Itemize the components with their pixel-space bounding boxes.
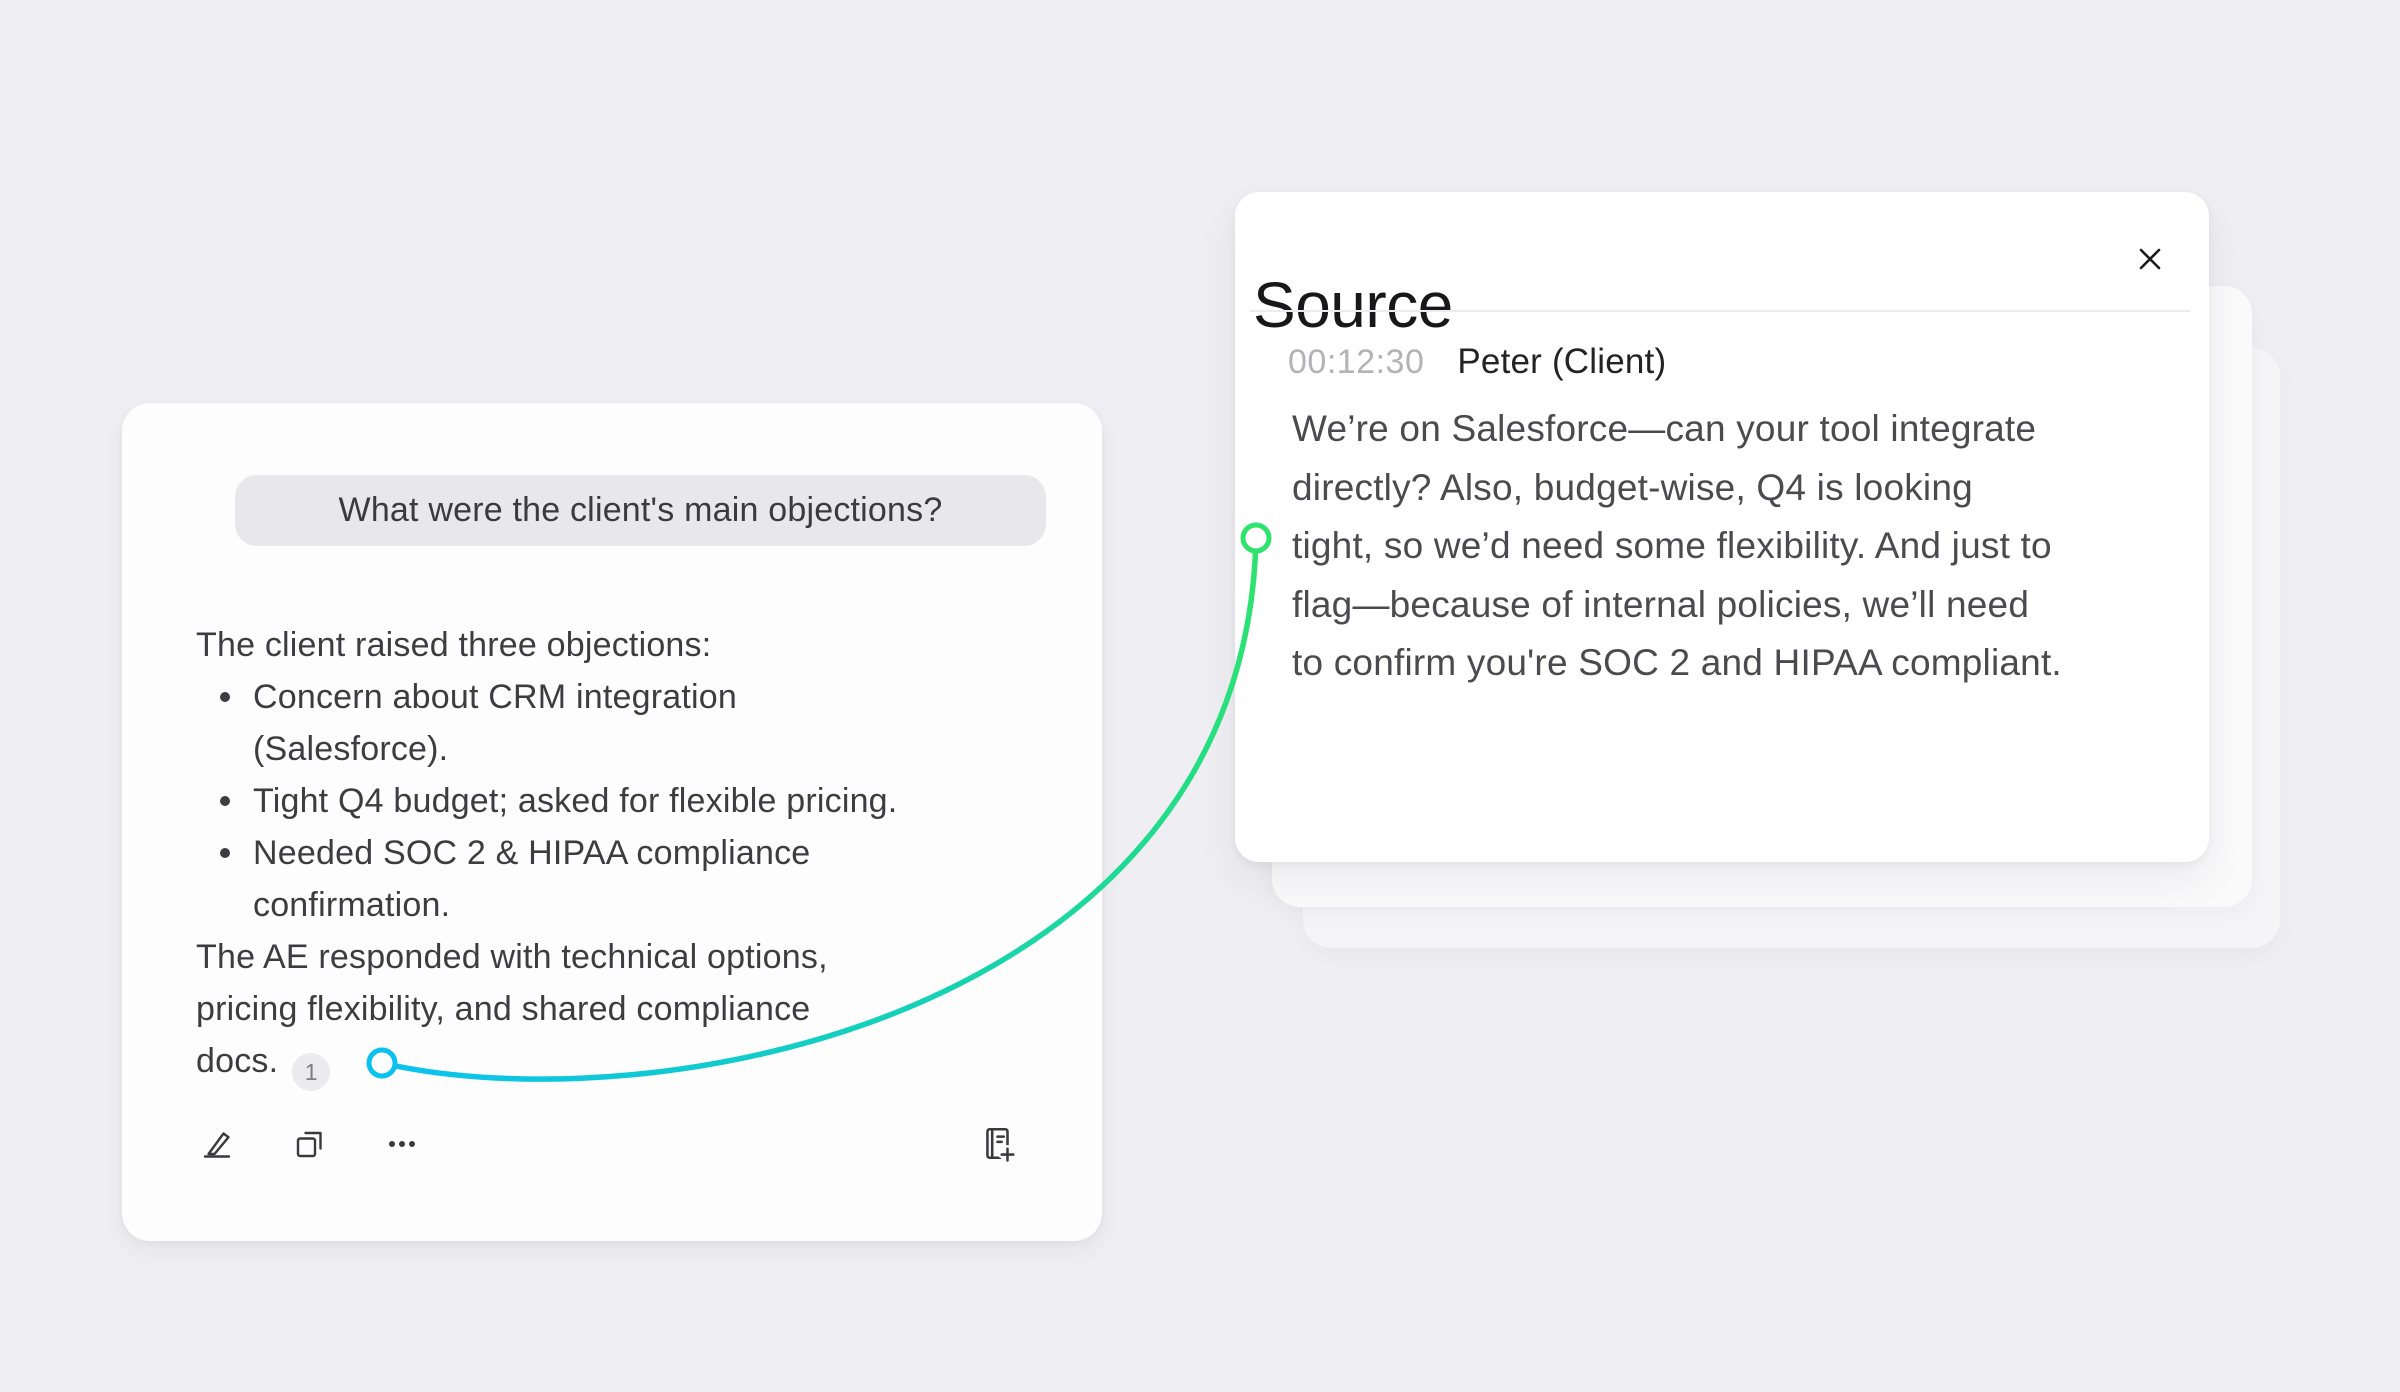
answer-text-block: The client raised three objections: Conc… (196, 619, 1076, 1091)
header-divider (1250, 310, 2190, 312)
timestamp: 00:12:30 (1288, 343, 1424, 382)
answer-bullet-item: Needed SOC 2 & HIPAA compliance confirma… (196, 827, 1076, 931)
source-panel-title: Source (1253, 273, 1453, 337)
answer-bullet-list: Concern about CRM integration (Salesforc… (196, 671, 1076, 931)
question-bubble: What were the client's main objections? (235, 475, 1046, 546)
copy-icon (293, 1127, 327, 1164)
add-to-notes-icon (979, 1125, 1017, 1166)
citation-badge[interactable]: 1 (292, 1053, 330, 1091)
source-quote-text: We’re on Salesforce—can your tool integr… (1292, 400, 2162, 693)
answer-bullet-item: Concern about CRM integration (Salesforc… (196, 671, 1076, 775)
chat-answer-card: What were the client's main objections? … (122, 403, 1102, 1241)
source-panel: Source 00:12:30 Peter (Client) We’re on … (1235, 192, 2209, 862)
more-options-button[interactable] (382, 1125, 422, 1165)
source-meta-row: 00:12:30 Peter (Client) (1288, 342, 1666, 382)
edit-button[interactable] (198, 1125, 238, 1165)
pencil-icon (201, 1127, 235, 1164)
answer-bullet-item: Tight Q4 budget; asked for flexible pric… (196, 775, 1076, 827)
add-to-notes-button[interactable] (978, 1125, 1018, 1165)
speaker-name: Peter (Client) (1457, 342, 1666, 382)
answer-toolbar (198, 1125, 1018, 1165)
copy-button[interactable] (290, 1125, 330, 1165)
answer-closing: The AE responded with technical options,… (196, 931, 1076, 1091)
ellipsis-icon (385, 1127, 419, 1164)
close-icon (2136, 245, 2164, 276)
page-background: What were the client's main objections? … (0, 0, 2400, 1392)
answer-intro: The client raised three objections: (196, 619, 1076, 671)
close-button[interactable] (2128, 238, 2172, 282)
question-text: What were the client's main objections? (339, 491, 943, 530)
answer-closing-text: The AE responded with technical options,… (196, 938, 828, 1080)
